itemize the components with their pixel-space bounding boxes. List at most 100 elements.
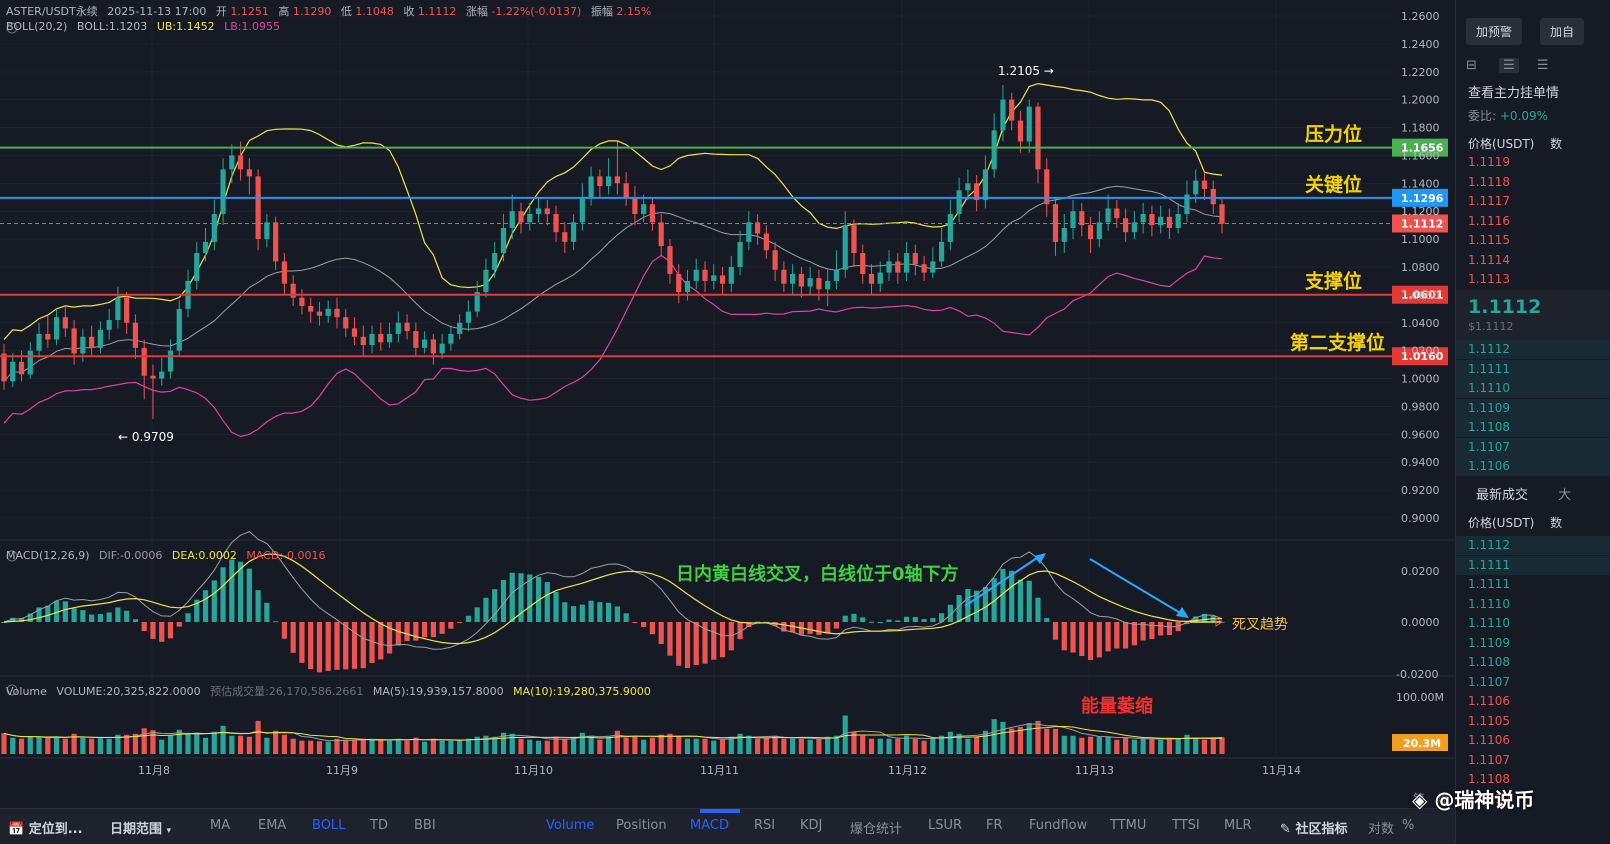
sub-indicator-item[interactable]: Volume	[546, 818, 594, 833]
volume-bar	[781, 738, 787, 754]
sub-indicator-item[interactable]: TTMU	[1110, 818, 1146, 833]
sub-indicator-item[interactable]: KDJ	[800, 818, 822, 833]
trade-row[interactable]: 1.1107	[1468, 675, 1510, 689]
volume-bar	[702, 738, 708, 754]
macd-bar	[159, 622, 165, 642]
candle-body	[562, 232, 568, 242]
macd-bar	[623, 613, 629, 622]
sub-indicator-item[interactable]: 爆仓统计	[850, 818, 902, 837]
sub-indicator-item[interactable]: MLR	[1224, 818, 1252, 833]
trade-row[interactable]: 1.1109	[1468, 636, 1510, 650]
tab-large-trades[interactable]: 大	[1558, 488, 1571, 503]
book-view-icons[interactable]: ⊟ ☰ ☰	[1466, 58, 1549, 73]
ask-row[interactable]: 1.1115	[1468, 233, 1510, 247]
candle-body	[36, 333, 42, 351]
sub-indicator-item[interactable]: Position	[616, 818, 667, 833]
add-watch-button[interactable]: 加自	[1540, 18, 1585, 45]
volume-bar	[290, 738, 296, 754]
trade-row[interactable]: 1.1106	[1468, 733, 1510, 747]
trade-row[interactable]: 1.1108	[1468, 655, 1510, 669]
candle-body	[527, 214, 533, 223]
trade-row[interactable]: 1.1106	[1468, 694, 1510, 708]
boll-name[interactable]: BOLL(20,2)	[6, 20, 67, 33]
macd-bar	[80, 610, 86, 622]
candle-body	[448, 333, 454, 344]
book-title[interactable]: 查看主力挂单情	[1468, 82, 1559, 101]
candle-body	[930, 261, 936, 273]
volume-bar	[1193, 737, 1199, 754]
ask-row[interactable]: 1.1116	[1468, 214, 1510, 228]
trade-row[interactable]: 1.1107	[1468, 753, 1510, 767]
ask-row[interactable]: 1.1118	[1468, 175, 1510, 189]
indicator-bbi[interactable]: BBI	[414, 818, 436, 833]
book-both-icon[interactable]: ⊟	[1466, 58, 1477, 73]
macd-bar	[1087, 622, 1094, 660]
indicator-boll[interactable]: BOLL	[312, 818, 345, 833]
indicator-ema[interactable]: EMA	[258, 818, 286, 833]
candle-body	[614, 176, 620, 184]
add-alert-button[interactable]: 加预警	[1466, 18, 1523, 45]
depth-bar	[1456, 340, 1610, 359]
ask-row[interactable]: 1.1119	[1468, 155, 1510, 169]
candle-body	[430, 339, 436, 354]
trade-row[interactable]: 1.1110	[1468, 597, 1510, 611]
depth-bar	[1456, 418, 1610, 437]
tab-latest-trades[interactable]: 最新成交	[1476, 488, 1528, 503]
sub-indicator-item[interactable]: MACD	[690, 818, 729, 833]
volume-bar	[991, 719, 997, 754]
macd-bar	[343, 622, 349, 670]
candle-body	[938, 241, 945, 262]
community-indicators-button[interactable]: ✎ 社区指标	[1280, 818, 1347, 837]
macd-bar	[930, 617, 936, 622]
sub-indicator-item[interactable]: RSI	[754, 818, 775, 833]
book-sell-icon[interactable]: ☰	[1537, 58, 1549, 73]
indicator-td[interactable]: TD	[370, 818, 388, 833]
ask-row[interactable]: 1.1113	[1468, 272, 1510, 286]
candle-body	[965, 183, 971, 191]
depth-bar	[1456, 379, 1610, 398]
book-buy-icon[interactable]: ☰	[1499, 58, 1519, 73]
locate-button[interactable]: 📅 定位到...	[8, 818, 83, 837]
indicator-ma[interactable]: MA	[210, 818, 230, 833]
candle-body	[807, 278, 813, 287]
date-range-button[interactable]: 日期范围 ▾	[110, 818, 171, 837]
trade-row[interactable]: 1.1111	[1468, 577, 1510, 591]
candle-body	[649, 204, 656, 223]
price-tick: 1.2600	[1401, 10, 1440, 23]
log-button[interactable]: 对数	[1368, 818, 1394, 837]
sub-indicator-item[interactable]: LSUR	[928, 818, 962, 833]
candle-body	[623, 183, 629, 198]
volume-bar	[264, 737, 270, 754]
ask-row[interactable]: 1.1117	[1468, 194, 1510, 208]
macd-bar	[220, 567, 226, 622]
trade-row[interactable]: 1.1110	[1468, 616, 1510, 630]
volume-bar	[1201, 739, 1208, 754]
sub-indicator-item[interactable]: TTSI	[1172, 818, 1200, 833]
macd-name[interactable]: MACD(12,26,9)	[6, 549, 90, 562]
sub-indicator-item[interactable]: Fundflow	[1029, 818, 1087, 833]
volume-bar	[18, 738, 25, 754]
macd-bar	[255, 590, 261, 622]
volume-bar	[886, 738, 892, 754]
candle-body	[132, 322, 139, 348]
candle-body	[343, 317, 349, 329]
candle-body	[570, 222, 577, 242]
macd-bar	[115, 607, 121, 622]
macd-bar	[176, 622, 182, 627]
volume-bar	[754, 738, 761, 754]
percent-button[interactable]: %	[1402, 818, 1414, 833]
volume-bar	[658, 734, 664, 754]
volume-bar	[237, 735, 244, 754]
volume-name[interactable]: Volume	[6, 685, 47, 698]
ask-row[interactable]: 1.1114	[1468, 253, 1510, 267]
macd-bar	[246, 568, 252, 622]
high-label: 高 1.1290	[278, 5, 332, 18]
candle-body	[903, 253, 910, 273]
volume-bar	[1026, 723, 1032, 754]
chart-area[interactable]: 压力位 1.1656 关键位 1.1296 支撑位 1.0601 第二支撑位 1.0160 1.…	[0, 0, 1455, 808]
price-tick: 1.0000	[1401, 373, 1440, 386]
sub-indicator-item[interactable]: FR	[986, 818, 1003, 833]
macd-bar	[886, 619, 892, 622]
trade-row[interactable]: 1.1105	[1468, 714, 1510, 728]
trades-tabs[interactable]: 最新成交 大	[1468, 484, 1571, 503]
